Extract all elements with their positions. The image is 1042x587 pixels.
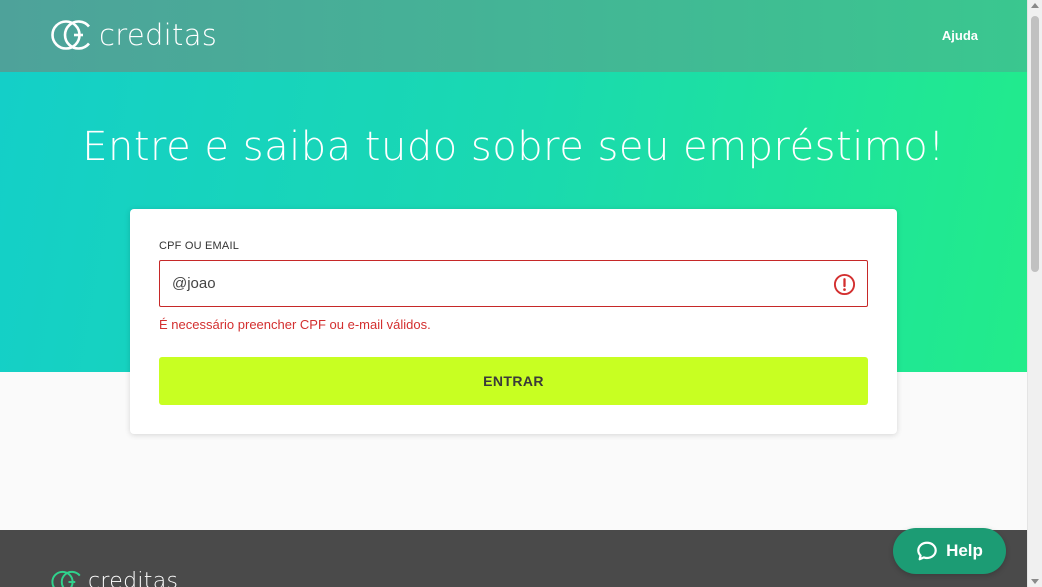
footer-brand-logo: creditas bbox=[50, 570, 178, 587]
page-title: Entre e saiba tudo sobre seu empréstimo! bbox=[82, 124, 945, 170]
cpf-email-label: CPF OU EMAIL bbox=[159, 240, 240, 252]
page: creditas Ajuda Entre e saiba tudo sobre … bbox=[0, 0, 1027, 587]
field-error-message: É necessário preencher CPF ou e-mail vál… bbox=[159, 317, 431, 332]
creditas-logo-icon bbox=[51, 20, 91, 50]
brand-name: creditas bbox=[99, 18, 218, 52]
cpf-email-field bbox=[159, 260, 868, 307]
footer-brand-name: creditas bbox=[88, 569, 179, 587]
scroll-up-arrow-icon[interactable] bbox=[1031, 3, 1039, 8]
chat-bubble-icon bbox=[917, 541, 937, 561]
login-submit-button[interactable]: ENTRAR bbox=[159, 357, 868, 405]
help-chat-button[interactable]: Help bbox=[893, 528, 1006, 574]
help-link[interactable]: Ajuda bbox=[942, 28, 978, 43]
page-scrollbar[interactable] bbox=[1027, 0, 1042, 587]
cpf-email-input[interactable] bbox=[172, 261, 822, 306]
brand-logo[interactable]: creditas bbox=[50, 19, 217, 51]
footer: creditas bbox=[0, 530, 1027, 587]
scrollbar-thumb[interactable] bbox=[1031, 16, 1039, 272]
top-header: creditas Ajuda bbox=[0, 0, 1027, 72]
creditas-logo-icon bbox=[51, 570, 81, 587]
help-chat-label: Help bbox=[946, 541, 983, 560]
scroll-down-arrow-icon[interactable] bbox=[1031, 579, 1039, 584]
alert-circle-icon bbox=[833, 273, 856, 296]
login-card: CPF OU EMAIL É necessário preencher CPF … bbox=[130, 209, 897, 434]
